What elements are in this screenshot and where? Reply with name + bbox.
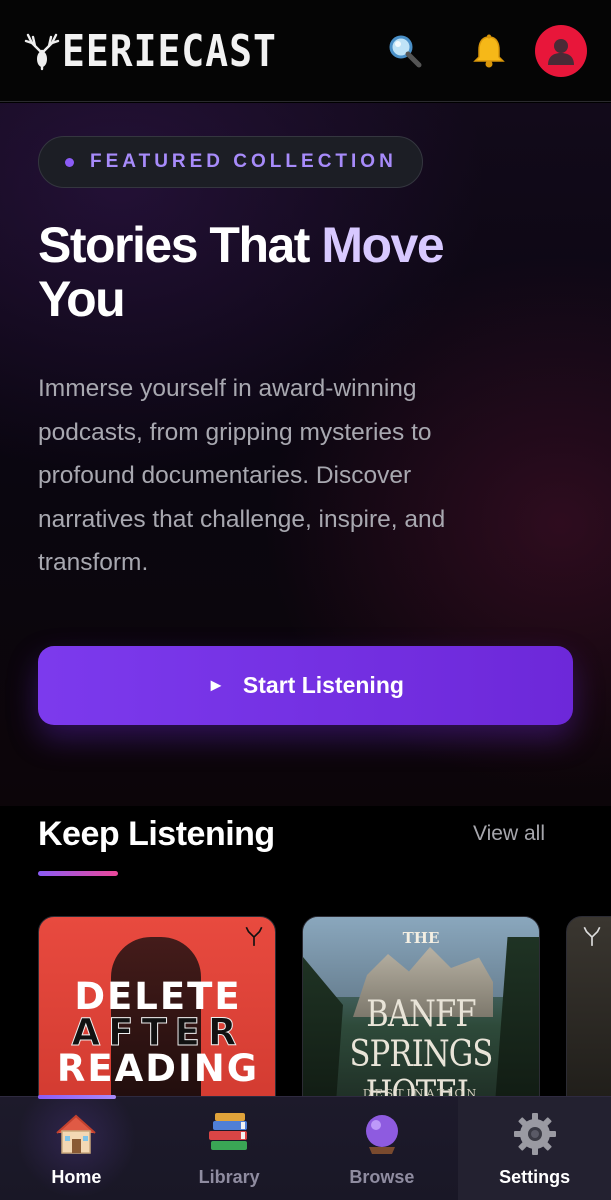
play-icon: ► <box>207 675 225 695</box>
hero-section: FEATURED COLLECTION Stories That Move Yo… <box>0 103 611 806</box>
hero-description: Immerse yourself in award-winning podcas… <box>38 375 446 576</box>
nav-item-library[interactable]: Library <box>153 1097 306 1200</box>
search-button[interactable] <box>379 25 431 77</box>
top-header: EERIECAST <box>0 0 611 102</box>
hero-title-part2: Move <box>321 217 444 273</box>
podcast-card-banff-springs-hotel[interactable]: THE BANFF SPRINGS HOTEL DESTINATION <box>302 916 540 1116</box>
header-actions <box>379 24 587 77</box>
bottom-navigation: Home Library Browse Settings <box>0 1095 611 1200</box>
bell-icon <box>473 34 505 67</box>
nav-label-home: Home <box>51 1167 102 1187</box>
podcast-card-delete-after-reading[interactable]: DELETE AFTER READING <box>38 916 276 1116</box>
deer-antler-logo-icon <box>245 926 263 946</box>
house-icon <box>50 1109 102 1159</box>
cover-title-line: BANFF SPRINGS <box>349 994 494 1075</box>
logo-text: EERIECAST <box>62 25 277 76</box>
cover-title-line: READING <box>56 1047 260 1090</box>
nav-label-browse: Browse <box>349 1167 415 1187</box>
hero-title-part3: You <box>38 271 126 327</box>
podcast-card-partial[interactable] <box>566 916 611 1116</box>
user-avatar-button[interactable] <box>535 24 587 77</box>
gear-icon <box>509 1109 561 1159</box>
app-logo[interactable]: EERIECAST <box>24 25 277 76</box>
section-title-underline <box>38 871 118 876</box>
cover-title: DELETE AFTER READING <box>39 975 275 1090</box>
view-all-link[interactable]: View all <box>473 822 545 846</box>
nav-item-settings[interactable]: Settings <box>458 1097 611 1200</box>
cover-title-prefix: THE <box>402 929 440 947</box>
books-icon <box>203 1109 255 1159</box>
keep-listening-title: Keep Listening <box>38 815 275 853</box>
deer-antler-logo-icon <box>583 926 601 946</box>
cover-title-line: DELETE <box>74 975 242 1018</box>
search-icon <box>389 35 422 67</box>
nav-label-library: Library <box>198 1167 260 1187</box>
featured-badge: FEATURED COLLECTION <box>38 136 423 188</box>
crystal-ball-icon <box>356 1109 408 1159</box>
start-listening-button[interactable]: ► Start Listening <box>38 646 573 725</box>
cover-title-line: AFTER <box>71 1011 245 1054</box>
hero-title-part1: Stories That <box>38 217 322 273</box>
start-listening-label: Start Listening <box>242 672 404 698</box>
notifications-button[interactable] <box>463 25 515 77</box>
hero-title: Stories That Move You <box>38 218 578 326</box>
user-avatar-icon <box>548 38 574 65</box>
badge-dot <box>65 157 74 167</box>
nav-item-browse[interactable]: Browse <box>306 1097 459 1200</box>
nav-item-home[interactable]: Home <box>0 1097 153 1200</box>
deer-antler-logo-icon <box>24 33 60 70</box>
nav-label-settings: Settings <box>499 1167 571 1187</box>
badge-text: FEATURED COLLECTION <box>90 151 397 172</box>
